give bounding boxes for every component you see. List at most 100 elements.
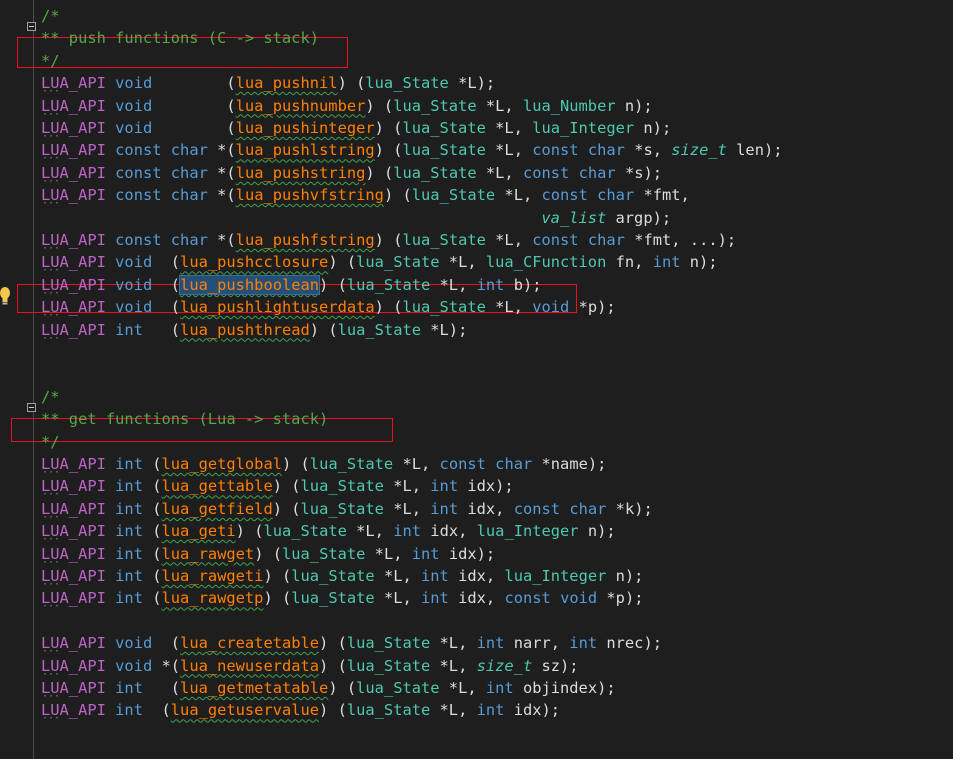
code-line[interactable]: LUA_API void (lua_createtable) (lua_Stat… xyxy=(41,632,662,654)
code-text: ) ( xyxy=(374,298,403,317)
type-name: lua_State xyxy=(282,544,366,563)
keyword: void xyxy=(115,275,153,294)
keyword: int xyxy=(115,701,143,720)
fold-collapse-icon[interactable] xyxy=(27,22,36,31)
code-line[interactable]: */ xyxy=(41,50,60,72)
keyword: const xyxy=(532,231,579,249)
code-line[interactable]: LUA_API int (lua_gettable) (lua_State *L… xyxy=(41,475,514,497)
type-name: lua_State xyxy=(411,186,496,205)
code-line[interactable]: LUA_API void (lua_pushnumber) (lua_State… xyxy=(41,95,653,117)
code-line[interactable]: LUA_API const char *(lua_pushstring) (lu… xyxy=(41,162,662,184)
code-line[interactable]: LUA_API void *(lua_newuserdata) (lua_Sta… xyxy=(41,655,579,677)
code-line[interactable]: LUA_API const char *(lua_pushvfstring) (… xyxy=(41,184,690,206)
code-line[interactable]: LUA_API void (lua_pushinteger) (lua_Stat… xyxy=(41,117,671,139)
code-line[interactable]: LUA_API void (lua_pushlightuserdata) (lu… xyxy=(41,296,616,318)
type-name: lua_State xyxy=(346,275,431,294)
function-name: lua_pushnumber xyxy=(235,96,366,115)
keyword: int xyxy=(115,544,143,563)
code-text: ( xyxy=(152,74,236,93)
keyword: int xyxy=(421,567,449,585)
code-line[interactable]: ** get functions (Lua -> stack) xyxy=(41,408,328,430)
code-line[interactable]: */ xyxy=(41,431,60,453)
code-editor[interactable]: /* ** push functions (C -> stack) */ LUA_AP… xyxy=(0,0,953,759)
code-text: *L, xyxy=(430,656,477,675)
code-text: *L, xyxy=(495,186,542,205)
type-name: lua_State xyxy=(402,231,486,249)
code-text: *L, xyxy=(374,589,422,608)
code-text: ( xyxy=(142,544,162,563)
code-line[interactable]: LUA_API int (lua_rawgeti) (lua_State *L,… xyxy=(41,565,643,587)
code-line[interactable]: LUA_API void (lua_pushcclosure) (lua_Sta… xyxy=(41,251,718,273)
code-text: b); xyxy=(504,275,542,294)
keyword: int xyxy=(115,499,143,518)
code-text: ) ( xyxy=(254,544,282,563)
type-name: lua_State xyxy=(309,455,394,473)
code-text: ( xyxy=(152,298,181,317)
code-text: *L); xyxy=(421,320,468,339)
function-name: lua_rawgeti xyxy=(161,567,264,585)
code-line[interactable]: LUA_API int (lua_getuservalue) (lua_Stat… xyxy=(41,699,560,721)
type-name: lua_Integer xyxy=(532,119,635,137)
code-line[interactable]: LUA_API const char *(lua_pushfstring) (l… xyxy=(41,229,736,251)
code-line[interactable]: /* xyxy=(41,386,60,408)
code-text: *( xyxy=(207,186,236,205)
keyword: int xyxy=(115,477,143,496)
code-text: nrec); xyxy=(597,634,662,653)
code-text: *L); xyxy=(448,74,496,93)
code-line[interactable]: LUA_API int (lua_pushthread) (lua_State … xyxy=(41,319,467,341)
code-line[interactable]: LUA_API int (lua_getglobal) (lua_State *… xyxy=(41,453,606,475)
type-name: lua_State xyxy=(291,589,375,608)
type-name: lua_State xyxy=(300,477,384,496)
code-text: ( xyxy=(152,253,181,272)
code-line[interactable]: LUA_API void (lua_pushnil) (lua_State *L… xyxy=(41,72,495,94)
code-line[interactable]: LUA_API int (lua_geti) (lua_State *L, in… xyxy=(41,520,616,542)
keyword: const xyxy=(532,141,579,160)
type-name: lua_Number xyxy=(522,96,616,115)
type-name: lua_Integer xyxy=(476,522,579,541)
code-text: ) ( xyxy=(319,656,347,675)
keyword: int xyxy=(115,679,143,697)
function-name: lua_getfield xyxy=(161,499,273,518)
code-text: narr, xyxy=(504,634,570,653)
code-text: idx); xyxy=(439,544,496,563)
code-line[interactable]: va_list argp); xyxy=(41,207,671,229)
keyword: const xyxy=(504,589,551,608)
code-line[interactable]: LUA_API int (lua_getmetatable) (lua_Stat… xyxy=(41,677,616,699)
code-line[interactable]: LUA_API int (lua_getfield) (lua_State *L… xyxy=(41,498,653,520)
keyword: char xyxy=(597,186,635,205)
code-text: ( xyxy=(142,499,162,518)
code-line[interactable]: LUA_API const char *(lua_pushlstring) (l… xyxy=(41,139,783,161)
code-line[interactable]: LUA_API int (lua_rawget) (lua_State *L, … xyxy=(41,543,495,565)
code-text: idx, xyxy=(458,499,514,518)
function-name: lua_pushfstring xyxy=(235,231,375,249)
code-line[interactable]: LUA_API int (lua_rawgetp) (lua_State *L,… xyxy=(41,587,643,609)
ellipsis-marker: ··· xyxy=(42,713,61,725)
code-text: ) ( xyxy=(272,477,301,496)
lightbulb-icon[interactable] xyxy=(0,286,12,306)
type-name: size_t xyxy=(671,141,727,160)
code-line[interactable]: LUA_API void (lua_pushboolean) (lua_Stat… xyxy=(41,274,542,296)
code-line[interactable]: /* xyxy=(41,5,60,27)
keyword: const xyxy=(522,163,570,182)
fold-collapse-icon[interactable] xyxy=(27,403,36,412)
code-text: *L, xyxy=(439,253,486,272)
keyword: int xyxy=(115,320,143,339)
code-text: *L, xyxy=(439,679,486,697)
type-name: lua_State xyxy=(337,320,421,339)
function-name: lua_pushboolean xyxy=(179,274,321,295)
code-text: *L, xyxy=(430,634,477,653)
code-line[interactable]: ** push functions (C -> stack) xyxy=(41,27,319,49)
type-name: lua_State xyxy=(402,141,486,160)
function-name: lua_pushthread xyxy=(180,320,310,339)
code-text: *( xyxy=(207,163,236,182)
